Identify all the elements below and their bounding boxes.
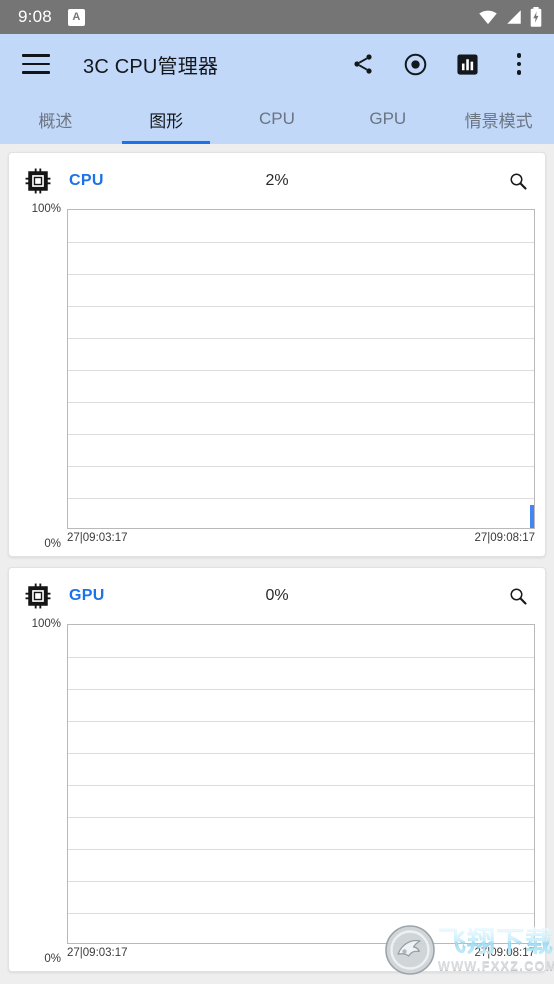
tab-cpu[interactable]: CPU — [222, 94, 333, 144]
gpu-x-end-label: 27|09:08:17 — [474, 947, 535, 959]
status-bar-app-badge-icon: A — [67, 8, 85, 26]
cpu-y-bottom-label: 0% — [44, 538, 61, 550]
cpu-x-start-label: 27|09:03:17 — [67, 532, 128, 544]
gridline — [68, 402, 534, 403]
gridline — [68, 689, 534, 690]
share-icon[interactable] — [350, 51, 376, 77]
app-bar-actions — [350, 51, 536, 77]
gpu-card-spacer — [9, 959, 545, 971]
cpu-chart: 100% 0% 27|09:03:17 27|09:08:17 — [9, 203, 545, 550]
battery-charging-icon — [530, 7, 542, 27]
gpu-card-header: GPU 0% — [9, 568, 545, 624]
gpu-graph-card: GPU 0% 100% 0% 27|09:03:17 27|09:08:17 — [8, 567, 546, 972]
gridline — [68, 338, 534, 339]
cpu-chart-y-axis: 100% 0% — [9, 203, 67, 550]
gridline — [68, 498, 534, 499]
gridline — [68, 306, 534, 307]
page-title: 3C CPU管理器 — [83, 55, 219, 78]
gridline — [68, 849, 534, 850]
cpu-y-top-label: 100% — [31, 203, 61, 215]
status-bar-clock: 9:08 — [18, 7, 52, 26]
gridline — [68, 817, 534, 818]
signal-icon — [505, 8, 523, 26]
search-icon[interactable] — [505, 583, 531, 609]
gridline — [68, 721, 534, 722]
gpu-y-top-label: 100% — [31, 618, 61, 630]
cpu-series-marker — [530, 505, 534, 528]
gpu-plot-area[interactable] — [67, 624, 535, 944]
gridline — [68, 913, 534, 914]
cpu-card-header: CPU 2% — [9, 153, 545, 209]
cpu-plot-column: 27|09:03:17 27|09:08:17 — [67, 209, 535, 544]
cpu-chart-x-axis: 27|09:03:17 27|09:08:17 — [67, 529, 535, 544]
status-bar-indicators — [478, 7, 542, 27]
gridline — [68, 242, 534, 243]
gridline — [68, 466, 534, 467]
gridline — [68, 881, 534, 882]
gridline — [68, 753, 534, 754]
tab-profiles[interactable]: 情景模式 — [443, 94, 554, 144]
cpu-card-spacer — [9, 544, 545, 556]
gpu-plot-column: 27|09:03:17 27|09:08:17 — [67, 624, 535, 959]
gridline — [68, 657, 534, 658]
overflow-menu-icon[interactable] — [506, 51, 532, 77]
app-root: 9:08 A 3C CPU管理器 概述 图形 CPU GPU 情景模式 CPU … — [0, 0, 554, 984]
tab-graphs[interactable]: 图形 — [111, 94, 222, 144]
tab-gpu[interactable]: GPU — [332, 94, 443, 144]
wifi-icon — [478, 7, 498, 27]
gridline — [68, 785, 534, 786]
gpu-chart-y-axis: 100% 0% — [9, 618, 67, 965]
tab-bar: 概述 图形 CPU GPU 情景模式 — [0, 94, 554, 144]
graphs-content: CPU 2% 100% 0% 27|09:03:17 27|09:08:17 G… — [0, 144, 554, 984]
gridline — [68, 274, 534, 275]
cpu-chip-icon — [25, 168, 51, 194]
gpu-chart: 100% 0% 27|09:03:17 27|09:08:17 — [9, 618, 545, 965]
gpu-x-start-label: 27|09:03:17 — [67, 947, 128, 959]
gpu-y-bottom-label: 0% — [44, 953, 61, 965]
cpu-graph-card: CPU 2% 100% 0% 27|09:03:17 27|09:08:17 — [8, 152, 546, 557]
cpu-chip-icon — [25, 583, 51, 609]
gridline — [68, 370, 534, 371]
search-icon[interactable] — [505, 168, 531, 194]
tab-overview[interactable]: 概述 — [0, 94, 111, 144]
gridline — [68, 434, 534, 435]
cpu-card-label: CPU — [69, 172, 104, 189]
cpu-plot-area[interactable] — [67, 209, 535, 529]
status-bar: 9:08 A — [0, 0, 554, 34]
gpu-card-label: GPU — [69, 587, 105, 604]
hamburger-menu-icon[interactable] — [22, 54, 50, 74]
app-bar: 3C CPU管理器 — [0, 34, 554, 94]
bar-chart-icon[interactable] — [454, 51, 480, 77]
record-icon[interactable] — [402, 51, 428, 77]
gpu-chart-x-axis: 27|09:03:17 27|09:08:17 — [67, 944, 535, 959]
cpu-x-end-label: 27|09:08:17 — [474, 532, 535, 544]
